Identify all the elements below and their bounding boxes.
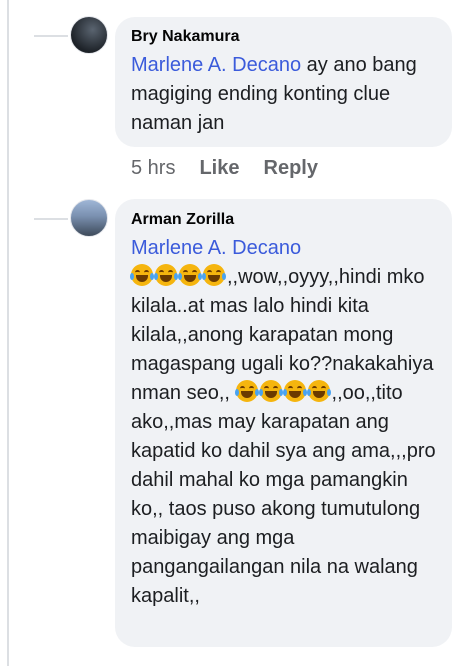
reply-button[interactable]: Reply [264,157,318,180]
comment-text: Marlene A. Decano ,,wow,,oyyy,,hindi mko… [130,234,436,611]
thread-branch [34,35,68,37]
comment-bubble: Arman Zorilla Marlene A. Decano ,,wow,,o… [115,199,452,647]
comment-body: ,,oo,,tito ako,,mas may karapatan ang ka… [131,382,436,607]
mention-link[interactable]: Marlene A. Decano [131,54,301,76]
comment-author[interactable]: Bry Nakamura [131,27,436,47]
comment-actions: 5 hrs Like Reply [131,157,318,180]
avatar[interactable] [70,16,108,54]
comment-author[interactable]: Arman Zorilla [131,210,436,230]
avatar[interactable] [70,199,108,237]
comment-bubble: Bry Nakamura Marlene A. Decano ay ano ba… [115,17,452,147]
laughing-tears-icon [130,264,227,288]
thread-branch [34,218,68,220]
comment-text: Marlene A. Decano ay ano bang magiging e… [131,51,436,138]
laughing-tears-icon [234,380,332,404]
mention-link[interactable]: Marlene A. Decano [131,234,436,263]
like-button[interactable]: Like [199,157,239,180]
comment-time[interactable]: 5 hrs [131,157,175,180]
thread-line [7,0,9,666]
